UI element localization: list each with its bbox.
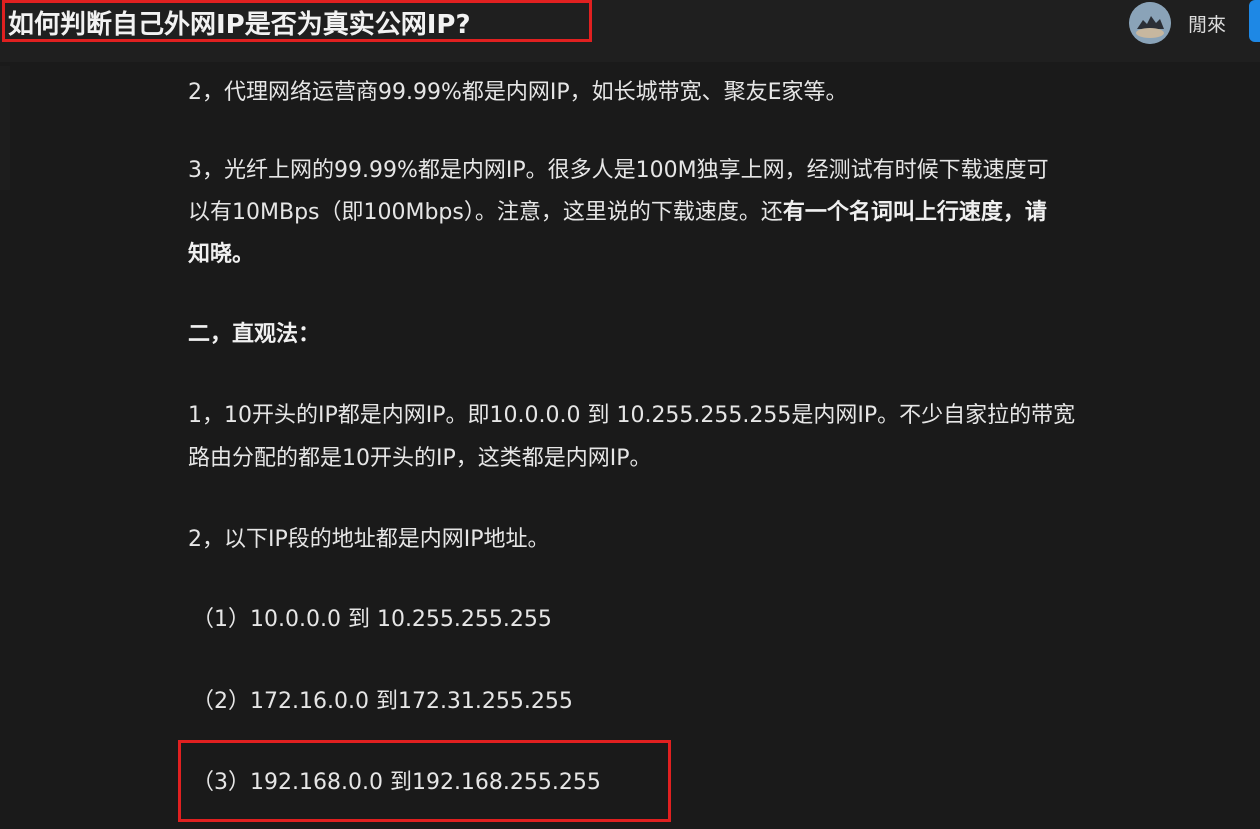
page-title: 如何判断自己外网IP是否为真实公网IP?: [8, 10, 471, 40]
paragraph-10-range-line1: 1，10开头的IP都是内网IP。即10.0.0.0 到 10.255.255.2…: [188, 403, 1076, 428]
paragraph-fiber-line2: 以有10MBps（即100Mbps）。注意，这里说的下载速度。还有一个名词叫上行…: [188, 192, 1047, 234]
paragraph-10-range-line2: 路由分配的都是10开头的IP，这类都是内网IP。: [188, 446, 652, 471]
user-avatar-icon[interactable]: [1129, 2, 1171, 44]
range-item-2: （2）172.16.0.0 到172.31.255.255: [192, 689, 573, 714]
username[interactable]: 閒來: [1188, 10, 1226, 37]
paragraph-fiber-line1: 3，光纤上网的99.99%都是内网IP。很多人是100M独享上网，经测试有时候下…: [188, 158, 1049, 183]
sidebar-strip: [0, 66, 10, 190]
paragraph-fiber-line3: 知晓。: [188, 234, 254, 276]
paragraph-private-ranges: 2，以下IP段的地址都是内网IP地址。: [188, 527, 550, 552]
range-highlight-box: [178, 740, 671, 822]
section-heading-text: 二，直观法：: [188, 322, 321, 347]
paragraph-fiber-line3-bold: 知晓。: [188, 242, 255, 267]
section-heading: 二，直观法：: [188, 314, 320, 356]
follow-button[interactable]: [1249, 0, 1260, 42]
paragraph-fiber-line2-normal: 以有10MBps（即100Mbps）。注意，这里说的下载速度。还: [188, 200, 783, 225]
top-bar: 如何判断自己外网IP是否为真实公网IP? 閒來: [0, 0, 1260, 62]
range-item-1: （1）10.0.0.0 到 10.255.255.255: [192, 607, 552, 632]
paragraph-proxy-isp: 2，代理网络运营商99.99%都是内网IP，如长城带宽、聚友E家等。: [188, 80, 848, 105]
paragraph-fiber-line2-bold: 有一个名词叫上行速度，请: [782, 200, 1047, 225]
